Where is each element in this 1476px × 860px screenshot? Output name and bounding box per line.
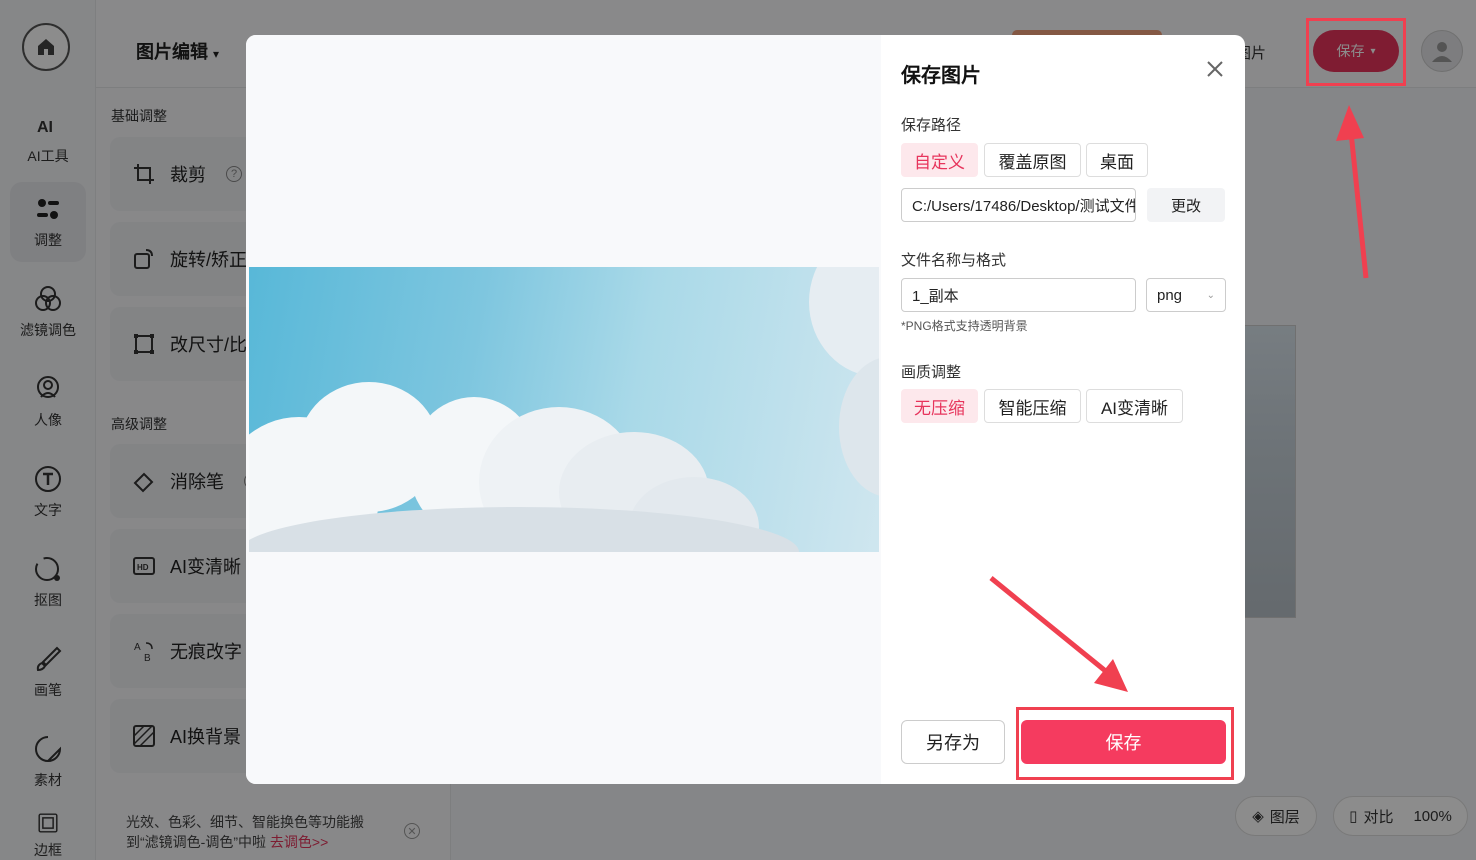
save-as-button[interactable]: 另存为 (901, 720, 1005, 764)
name-format-label: 文件名称与格式 (901, 252, 1007, 269)
path-option-custom[interactable]: 自定义 (901, 143, 978, 177)
chevron-down-icon: ⌄ (1206, 289, 1215, 301)
image-preview (246, 35, 881, 784)
save-dialog: 保存图片 保存路径 自定义 覆盖原图 桌面 C:/Users/17486/Des… (246, 35, 1245, 784)
path-option-desktop[interactable]: 桌面 (1086, 143, 1148, 177)
change-path-button[interactable]: 更改 (1147, 188, 1225, 222)
path-field[interactable]: C:/Users/17486/Desktop/测试文件夹 (901, 188, 1136, 222)
path-label: 保存路径 (901, 117, 962, 134)
preview-image (249, 267, 879, 552)
annotation-box-bottom (1016, 707, 1234, 780)
path-option-overwrite[interactable]: 覆盖原图 (984, 143, 1081, 177)
quality-label: 画质调整 (901, 364, 962, 381)
close-icon[interactable] (1203, 57, 1227, 81)
annotation-box-top (1306, 18, 1406, 86)
format-hint: *PNG格式支持透明背景 (901, 319, 1028, 333)
format-select[interactable]: png ⌄ (1146, 278, 1226, 312)
quality-option-ai[interactable]: AI变清晰 (1086, 389, 1183, 423)
save-settings: 保存图片 保存路径 自定义 覆盖原图 桌面 C:/Users/17486/Des… (901, 35, 1231, 784)
quality-option-none[interactable]: 无压缩 (901, 389, 978, 423)
dialog-title: 保存图片 (901, 65, 981, 87)
file-name-field[interactable]: 1_副本 (901, 278, 1136, 312)
quality-option-smart[interactable]: 智能压缩 (984, 389, 1081, 423)
